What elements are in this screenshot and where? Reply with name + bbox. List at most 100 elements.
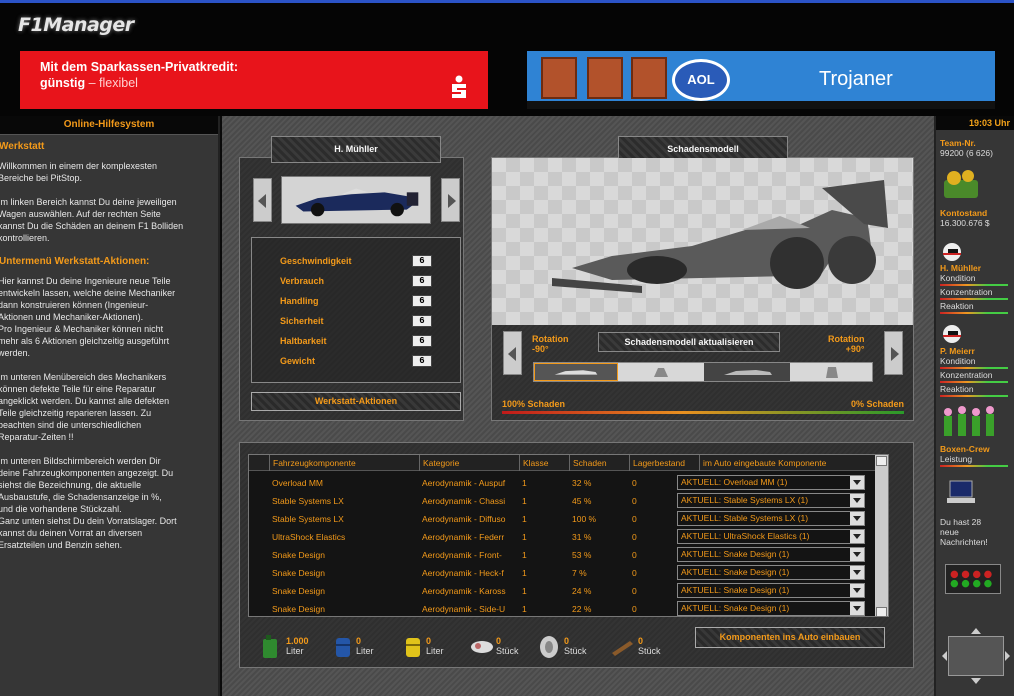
installed-component-select[interactable]: AKTUELL: Snake Design (1) — [677, 583, 865, 598]
nav-right-icon[interactable] — [1005, 651, 1010, 661]
chevron-down-icon — [850, 548, 864, 561]
nav-left-icon[interactable] — [942, 651, 947, 661]
installed-component-select[interactable]: AKTUELL: Stable Systems LX (1) — [677, 493, 865, 508]
chevron-down-icon — [850, 584, 864, 597]
table-row[interactable]: Snake Design Aerodynamik - Kaross 1 24 %… — [249, 582, 875, 600]
trojan-horse-icon — [631, 57, 667, 99]
component-class: 1 — [522, 514, 527, 524]
help-sidebar: Online-Hilfesystem Werkstatt Willkommen … — [0, 116, 220, 696]
table-row[interactable]: Snake Design Aerodynamik - Heck-f 1 7 % … — [249, 564, 875, 582]
minimap-navigator[interactable] — [942, 628, 1010, 684]
fuel-can-icon — [263, 635, 277, 658]
component-damage: 100 % — [572, 514, 597, 524]
view-front-button[interactable] — [618, 363, 704, 381]
component-name: Overload MM — [272, 478, 324, 488]
news-notice[interactable]: Du hast 28 neue Nachrichten! — [940, 517, 988, 547]
prev-car-button[interactable] — [253, 178, 272, 222]
f1manager-logo[interactable]: F1Manager — [18, 14, 134, 36]
rotation-right-label: Rotation +90° — [828, 334, 865, 354]
component-damage: 22 % — [572, 604, 592, 614]
installed-component-select[interactable]: AKTUELL: Snake Design (1) — [677, 601, 865, 616]
stat-label: Verbrauch — [280, 276, 325, 286]
driver1-name[interactable]: H. Mühller — [940, 263, 981, 273]
tyre-icon — [540, 636, 558, 658]
help-section-untermenue: Untermenü Werkstatt-Aktionen: — [0, 256, 150, 267]
rotate-right-button[interactable] — [884, 331, 903, 375]
component-stock: 0 — [632, 586, 637, 596]
view-side-left-button[interactable] — [534, 363, 618, 381]
column-header[interactable]: Kategorie — [419, 455, 519, 471]
pit-crew-icon[interactable] — [940, 404, 1000, 442]
help-title: Online-Hilfesystem — [0, 116, 218, 135]
component-class: 1 — [522, 568, 527, 578]
driver1-konzentration-label: Konzentration — [940, 287, 993, 297]
view-side-right-button[interactable] — [704, 363, 790, 381]
help-paragraph: Hier kannst Du deine Ingenieure neue Tei… — [0, 276, 176, 358]
app-window: F1Manager Mit dem Sparkassen-Privatkredi… — [0, 0, 1014, 696]
stat-value: 6 — [412, 255, 432, 267]
component-category: Aerodynamik - Front- — [422, 550, 502, 560]
component-damage: 7 % — [572, 568, 587, 578]
column-header[interactable]: Lagerbestand — [629, 455, 699, 471]
component-stock: 0 — [632, 604, 637, 614]
installed-component-select[interactable]: AKTUELL: Snake Design (1) — [677, 565, 865, 580]
table-row[interactable]: Snake Design Aerodynamik - Front- 1 53 %… — [249, 546, 875, 564]
component-name: Snake Design — [272, 568, 325, 578]
component-class: 1 — [522, 604, 527, 614]
table-row[interactable]: UltraShock Elastics Aerodynamik - Federr… — [249, 528, 875, 546]
column-header[interactable]: Klasse — [519, 455, 569, 471]
scroll-down-icon[interactable] — [876, 607, 887, 616]
sparkasse-ad-banner[interactable]: Mit dem Sparkassen-Privatkredit: günstig… — [20, 51, 488, 109]
stat-label: Gewicht — [280, 356, 316, 366]
component-name: Snake Design — [272, 586, 325, 596]
driver-helmet-icon[interactable] — [942, 324, 962, 344]
workshop-main: H. Mühller Geschwindigkeit 6 Verbrauch 6… — [222, 116, 934, 696]
install-components-button[interactable]: Komponenten ins Auto einbauen — [695, 627, 885, 648]
werkstatt-aktionen-button[interactable]: Werkstatt-Aktionen — [251, 392, 461, 411]
nav-up-icon[interactable] — [971, 628, 981, 634]
installed-component-select[interactable]: AKTUELL: Snake Design (1) — [677, 547, 865, 562]
installed-component-select[interactable]: AKTUELL: Overload MM (1) — [677, 475, 865, 490]
nav-down-icon[interactable] — [971, 678, 981, 684]
table-row[interactable]: Overload MM Aerodynamik - Auspuf 1 32 % … — [249, 474, 875, 492]
component-class: 1 — [522, 532, 527, 542]
laptop-icon[interactable] — [946, 478, 976, 508]
chevron-down-icon — [850, 494, 864, 507]
driver-helmet-icon[interactable] — [942, 242, 962, 262]
aol-ad-banner[interactable]: AOL Trojaner — [527, 51, 995, 109]
ad-stripe — [527, 101, 995, 109]
column-header[interactable]: im Auto eingebaute Komponente — [699, 455, 875, 471]
chevron-down-icon — [850, 602, 864, 615]
scroll-up-icon[interactable] — [876, 456, 887, 466]
column-header[interactable]: Fahrzeugkomponente — [269, 455, 419, 471]
driver1-konzentration-bar — [940, 298, 1008, 300]
car-thumbnail — [281, 176, 431, 224]
component-category: Aerodynamik - Heck-f — [422, 568, 504, 578]
trojan-horse-icon — [541, 57, 577, 99]
update-damage-model-button[interactable]: Schadensmodell aktualisieren — [598, 332, 780, 352]
car-front-icon — [654, 368, 668, 377]
table-scrollbar[interactable] — [875, 455, 888, 616]
component-category: Aerodynamik - Kaross — [422, 586, 506, 596]
installed-component-select[interactable]: AKTUELL: UltraShock Elastics (1) — [677, 529, 865, 544]
ad-line-2: günstig – flexibel — [40, 76, 138, 90]
table-row[interactable]: Stable Systems LX Aerodynamik - Diffuso … — [249, 510, 875, 528]
stat-value: 6 — [412, 335, 432, 347]
rotate-left-button[interactable] — [503, 331, 522, 375]
next-car-button[interactable] — [441, 178, 460, 222]
view-rear-button[interactable] — [790, 363, 874, 381]
installed-component-select[interactable]: AKTUELL: Stable Systems LX (1) — [677, 511, 865, 526]
start-lights-icon[interactable] — [945, 564, 1001, 594]
table-row[interactable]: Stable Systems LX Aerodynamik - Chassi 1… — [249, 492, 875, 510]
money-icon[interactable] — [940, 166, 986, 206]
driver2-kondition-label: Kondition — [940, 356, 976, 366]
clock: 19:03 Uhr — [936, 116, 1014, 130]
component-name: Stable Systems LX — [272, 514, 344, 524]
table-row[interactable]: Snake Design Aerodynamik - Side-U 1 22 %… — [249, 600, 875, 616]
chevron-down-icon — [850, 512, 864, 525]
driver2-name[interactable]: P. Meierr — [940, 346, 975, 356]
stat-label: Sicherheit — [280, 316, 324, 326]
ad-line-1: Mit dem Sparkassen-Privatkredit: — [40, 60, 238, 74]
column-header[interactable]: Schaden — [569, 455, 629, 471]
ad-text: Trojaner — [819, 68, 893, 90]
